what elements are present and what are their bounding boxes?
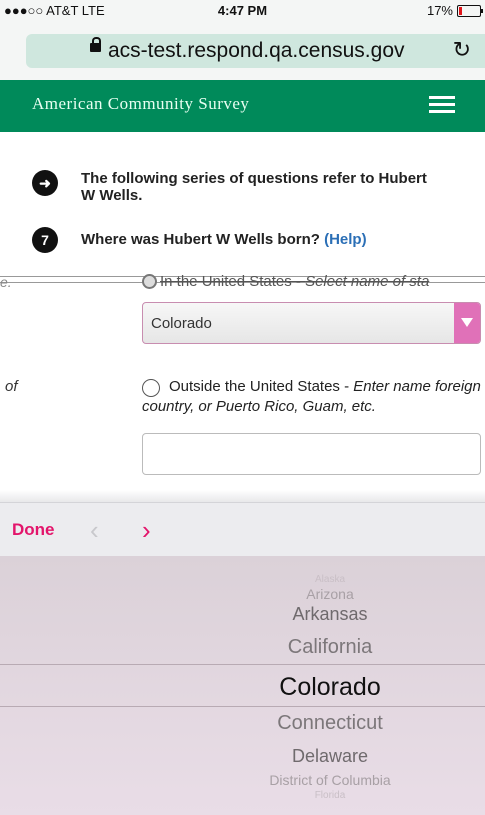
menu-icon[interactable] bbox=[429, 96, 455, 114]
picker-item[interactable]: Arkansas bbox=[180, 604, 480, 625]
question-row: 7 Where was Hubert W Wells born? (Help) bbox=[32, 227, 367, 253]
picker-item-selected[interactable]: Colorado bbox=[180, 673, 480, 702]
option-in-us[interactable]: e. In the United States - Select name of… bbox=[0, 268, 485, 294]
picker-item[interactable]: Alaska bbox=[180, 574, 480, 585]
url-text: acs-test.respond.qa.census.gov bbox=[108, 39, 405, 62]
help-link[interactable]: (Help) bbox=[324, 231, 367, 248]
battery-status: 17% bbox=[426, 3, 483, 18]
option-in-us-label: In the United States - Select name of st… bbox=[160, 273, 430, 290]
address-bar[interactable]: acs-test.respond.qa.census.gov ↻ bbox=[26, 34, 485, 68]
arrow-right-icon: ➜ bbox=[32, 170, 58, 196]
picker-item[interactable]: California bbox=[180, 636, 480, 659]
keyboard-toolbar: Done ‹ › bbox=[0, 502, 485, 557]
state-select-value: Colorado bbox=[151, 315, 212, 332]
question-number: 7 bbox=[32, 227, 58, 253]
question-text: Where was Hubert W Wells born? (Help) bbox=[81, 231, 367, 248]
page-edge-shadow bbox=[0, 490, 485, 502]
radio-outside-us[interactable] bbox=[142, 379, 160, 397]
picker-item[interactable]: District of Columbia bbox=[180, 772, 480, 788]
done-button[interactable]: Done bbox=[12, 520, 55, 540]
intro-text: The following series of questions refer … bbox=[81, 170, 427, 204]
intro-row: ➜ The following series of questions refe… bbox=[32, 170, 441, 204]
battery-icon bbox=[457, 4, 483, 17]
picker-item[interactable]: Florida bbox=[180, 790, 480, 801]
option-outside-label: Outside the United States - Enter name f… bbox=[142, 378, 481, 415]
browser-chrome: acs-test.respond.qa.census.gov ↻ bbox=[0, 22, 485, 80]
picker-item[interactable]: Delaware bbox=[180, 746, 480, 767]
previous-field-button[interactable]: ‹ bbox=[90, 515, 99, 546]
battery-percent: 17% bbox=[426, 3, 453, 18]
picker-item[interactable]: Arizona bbox=[180, 586, 480, 602]
next-field-button[interactable]: › bbox=[142, 515, 151, 546]
truncated-label-fragment: of bbox=[5, 378, 18, 395]
foreign-country-input[interactable] bbox=[142, 433, 481, 475]
site-header: American Community Survey bbox=[0, 80, 485, 132]
radio-in-us[interactable] bbox=[142, 274, 157, 289]
chevron-down-icon bbox=[454, 303, 480, 343]
picker-item[interactable]: Connecticut bbox=[180, 712, 480, 735]
truncated-fragment: e. bbox=[0, 274, 12, 290]
state-select[interactable]: Colorado bbox=[142, 302, 481, 344]
state-picker-wheel[interactable]: Alaska Arizona Arkansas California Colorado C… bbox=[0, 556, 485, 815]
status-bar: ●●●○○ AT&T LTE 4:47 PM 17% bbox=[0, 0, 485, 22]
clock: 4:47 PM bbox=[217, 3, 268, 18]
question-label: Where was Hubert W Wells born? bbox=[81, 231, 320, 248]
lock-icon bbox=[90, 37, 101, 52]
reload-icon[interactable]: ↻ bbox=[453, 37, 471, 63]
site-title: American Community Survey bbox=[32, 94, 250, 113]
